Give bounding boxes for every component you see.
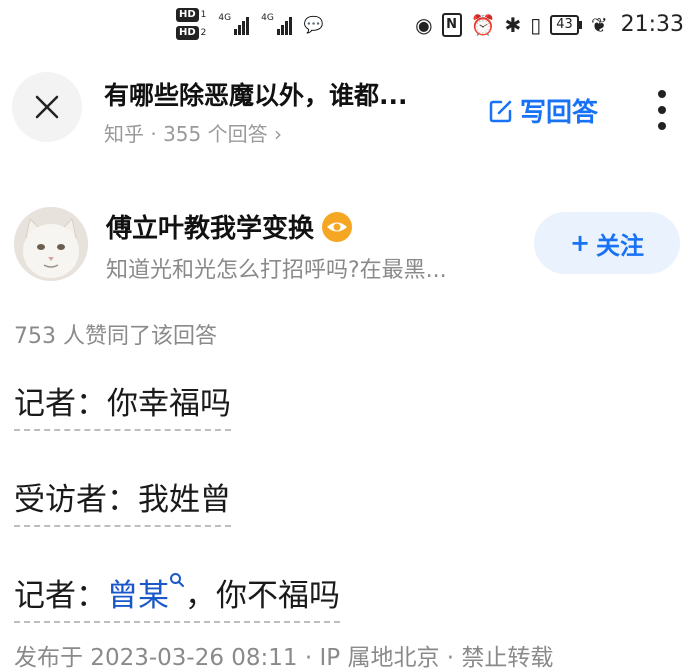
write-answer-button[interactable]: 写回答 — [488, 92, 598, 129]
paragraph-text: 记者： — [14, 578, 107, 614]
more-options-button[interactable] — [654, 90, 670, 130]
question-title[interactable]: 有哪些除恶魔以外，谁都... — [104, 76, 408, 112]
bluetooth-icon: ✱ — [504, 12, 522, 37]
vibrate-icon: ▯ — [530, 12, 542, 37]
more-dot — [658, 106, 666, 114]
eye-icon: ◉ — [415, 12, 433, 37]
answer-paragraph: 记者：你幸福吗 — [14, 378, 231, 431]
follow-button[interactable]: + 关注 — [534, 212, 680, 274]
answer-paragraph: 受访者：我姓曾 — [14, 474, 231, 527]
paragraph-text: 记者：你幸福吗 — [14, 378, 231, 431]
search-keyword-link[interactable]: 曾某 — [107, 573, 185, 614]
publish-info: 发布于 2023-03-26 08:11 · IP 属地北京 · 禁止转载 — [14, 645, 554, 671]
cat-avatar-image — [14, 207, 88, 281]
signal-icon: 4G — [218, 13, 250, 35]
likes-count: 753 人赞同了该回答 — [14, 324, 217, 349]
hd-badge: HD — [176, 8, 199, 22]
hd-badge: HD — [176, 26, 199, 40]
alarm-icon: ⏰ — [470, 12, 496, 37]
question-subtitle[interactable]: 知乎 · 355 个回答 › — [104, 118, 282, 147]
more-dot — [658, 122, 666, 130]
follow-label: 关注 — [596, 231, 645, 260]
avatar[interactable] — [14, 207, 88, 281]
status-bar: HD 1 HD 2 4G 4G 💬 ◉ N ⏰ ✱ ▯ 43 ❦ 21:33 — [0, 0, 690, 56]
close-icon — [35, 95, 59, 119]
leaf-icon: ❦ — [590, 12, 608, 37]
search-icon — [170, 573, 184, 587]
edit-icon — [489, 100, 512, 122]
battery-icon: 43 — [550, 14, 582, 35]
chat-bubble-icon: 💬 — [303, 14, 324, 34]
author-name: 傅立叶教我学变换 — [106, 214, 315, 244]
signal-icon: 4G — [261, 13, 292, 35]
author-headline: 知道光和光怎么打招呼吗?在最黑... — [106, 258, 447, 283]
plus-icon: + — [569, 229, 591, 257]
nfc-icon: N — [441, 12, 462, 37]
more-dot — [658, 90, 666, 98]
paragraph-text: 受访者：我姓曾 — [14, 474, 231, 527]
close-button[interactable] — [12, 72, 82, 142]
write-answer-label: 写回答 — [520, 98, 599, 128]
answer-paragraph: 记者：曾某 ，你不福吗 — [14, 570, 340, 623]
eye-badge-icon — [322, 211, 353, 242]
author-name-row[interactable]: 傅立叶教我学变换 — [106, 208, 353, 245]
paragraph-text: ，你不福吗 — [185, 578, 340, 614]
clock: 21:33 — [620, 12, 684, 37]
